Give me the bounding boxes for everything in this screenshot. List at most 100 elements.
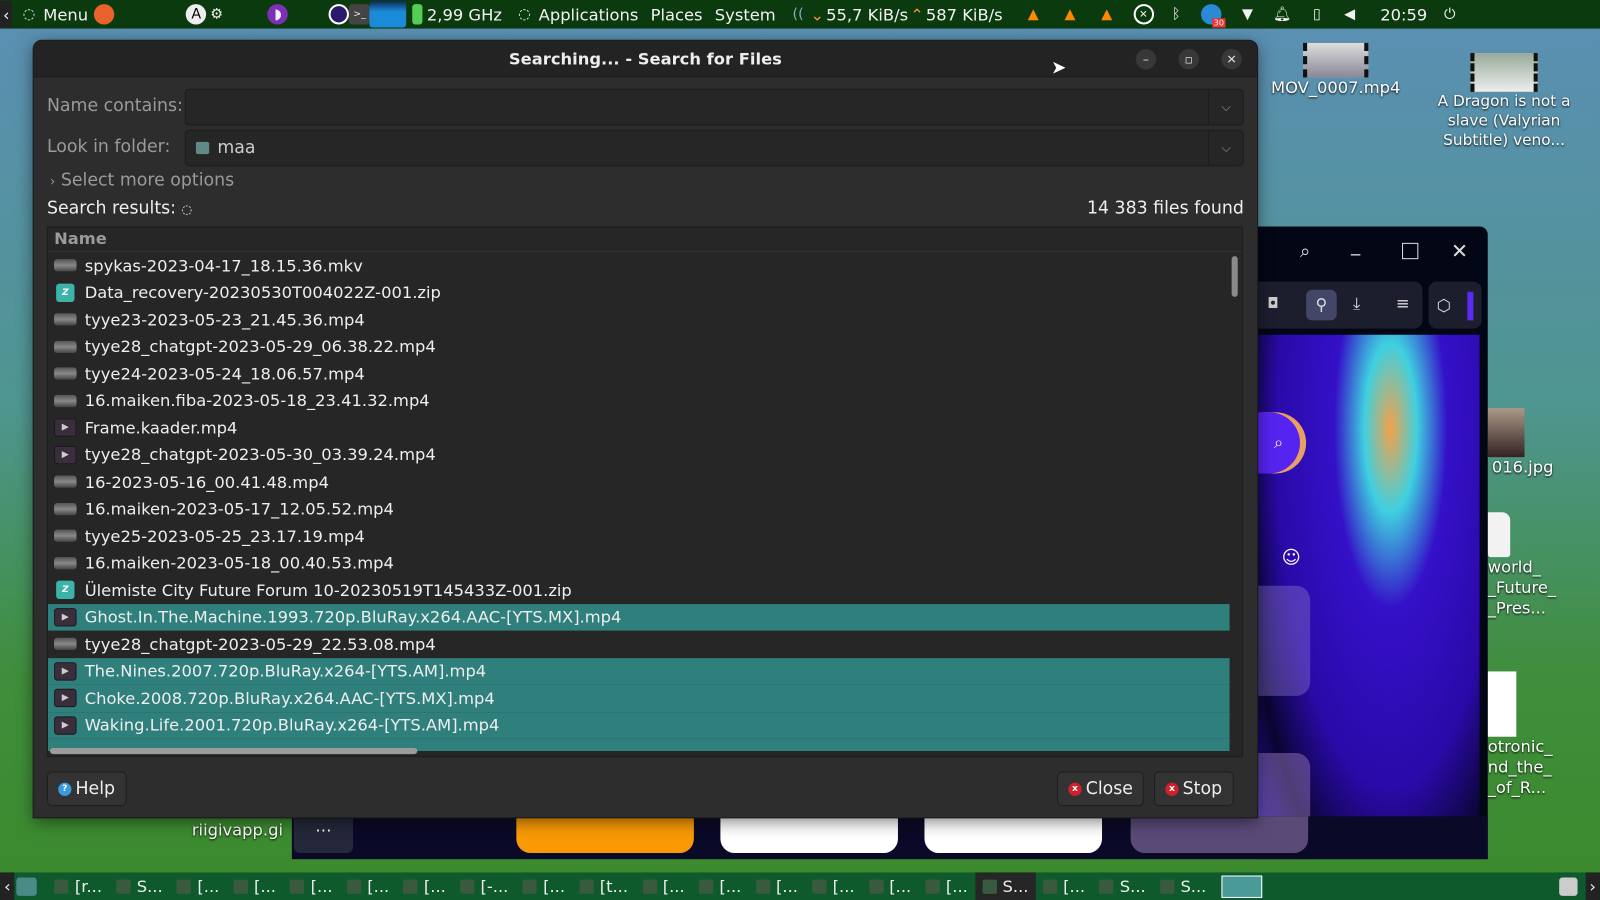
xbox-icon[interactable]: ✕ [1133,4,1154,25]
show-desktop-icon[interactable] [16,877,38,896]
network-speed[interactable]: (( ⌄ 55,7 KiB/s ⌃ 587 KiB/s [782,4,1009,24]
search-bubble-icon[interactable]: ⌕ [1257,412,1300,474]
desktop-icon-pdf[interactable]: otronic_ nd_the_ _of_R... [1487,671,1570,798]
battery-icon[interactable]: ▯ [1307,4,1327,24]
telegram-icon[interactable]: 30 [1200,4,1226,28]
list-item[interactable]: spykas-2023-04-17_18.15.36.mkv [48,252,1230,279]
taskbar-window-button[interactable]: S... [1092,872,1153,900]
list-item[interactable]: ▶ Ghost.In.The.Machine.1993.720p.BluRay.x… [47,603,1230,631]
list-item[interactable]: tyye28_chatgpt-2023-05-29_06.38.22.mp4 [48,333,1230,360]
download-icon[interactable]: ⤓ [1353,294,1360,314]
taskbar-window-button[interactable]: [... [340,872,397,900]
cube-icon[interactable]: ⬡ [1437,296,1451,315]
list-item[interactable]: ▶ Choke.2008.720p.BluRay.x264.AAC-[YTS.MX… [47,684,1230,712]
notification-bell-icon[interactable]: 🔔︎ [1272,4,1292,24]
volume-icon[interactable]: ◀ [1339,4,1359,24]
search-results-list[interactable]: Name spykas-2023-04-17_18.15.36.mkv Z Data… [46,226,1243,758]
name-contains-combobox[interactable]: ⌵ [184,88,1244,126]
taskbar-window-button[interactable]: S... [974,872,1036,900]
taskbar-scroll-left[interactable]: ‹ [0,872,15,900]
taskbar-window-button[interactable]: [... [516,872,573,900]
minimize-button[interactable]: – [1135,48,1157,70]
taskbar-window-button[interactable]: S... [109,872,170,900]
vlc-icon[interactable]: ▲ [1023,4,1043,24]
list-item[interactable]: tyye24-2023-05-24_18.06.57.mp4 [48,360,1230,387]
taskbar-window-button[interactable]: [... [918,872,975,900]
vlc-icon[interactable]: ▲ [1097,4,1117,24]
camera-icon[interactable]: ◘ [1267,296,1278,312]
close-button[interactable]: x Close [1057,771,1145,807]
shortcut-tile-white[interactable] [924,816,1103,854]
chevron-down-icon[interactable]: ⌵ [1208,130,1243,166]
vertical-scrollbar[interactable] [1231,252,1240,732]
list-item[interactable]: Z Ülemiste City Future Forum 10-20230519T… [48,577,1230,604]
taskbar-window-button[interactable]: [t... [572,872,635,900]
system-monitor-graph-icon[interactable] [369,1,407,28]
taskbar-window-button[interactable]: [... [1036,872,1093,900]
chevron-down-icon[interactable]: ⌵ [1208,89,1243,125]
gears-icon[interactable]: ⚙ [206,4,226,24]
look-in-folder-combobox[interactable]: maa ⌵ [184,129,1244,167]
tor-browser-icon[interactable]: ◗ [267,4,289,25]
list-item[interactable]: ▶ Waking.Life.2001.720p.BluRay.x264-[YTS.… [47,711,1230,739]
emoji-icon[interactable]: ☺ [1282,547,1301,568]
bluetooth-icon[interactable]: ᛒ [1166,4,1186,24]
desktop-icon-mov[interactable]: MOV_0007.mp4 [1269,42,1402,98]
search-tool-icon[interactable]: A [186,4,207,25]
list-item[interactable]: tyye25-2023-05-25_23.17.19.mp4 [48,522,1230,549]
minimize-icon[interactable]: _ [1351,235,1360,256]
shortcut-tile-ebay[interactable] [720,816,898,854]
desktop-icon-document[interactable]: world_ _Future_ _Pres... [1487,512,1570,618]
taskbar-window-button[interactable]: [... [283,872,340,900]
stop-button[interactable]: x Stop [1154,771,1234,807]
workspace-active[interactable] [1221,874,1263,898]
desktop-icon-jpg[interactable]: 016.jpg [1487,408,1559,477]
desktop-icon-riigivapp[interactable]: riigivapp.gi [192,820,283,840]
list-item[interactable]: 16.maiken-2023-05-17_12.05.52.mp4 [48,495,1230,522]
search-icon[interactable]: ⌕ [1300,241,1310,262]
wifi-icon[interactable]: ▼ [1237,4,1257,24]
taskbar-window-button[interactable]: [... [635,872,692,900]
list-item[interactable]: 16.maiken-2023-05-18_00.40.53.mp4 [48,549,1230,576]
panel-scroll-left[interactable]: ‹ [0,1,13,28]
taskbar-window-button[interactable]: [... [170,872,227,900]
select-more-options-expander[interactable]: › Select more options [50,170,234,190]
scrollbar-thumb[interactable] [1231,256,1238,297]
trash-icon[interactable] [1558,877,1578,896]
taskbar-window-button[interactable]: [r... [47,872,109,900]
shortcut-tile-orange[interactable] [516,816,694,854]
list-item[interactable]: ▶ tyye28_chatgpt-2023-05-30_03.39.24.mp4 [48,441,1230,468]
profile-icon[interactable]: ⚲ [1306,289,1337,321]
name-contains-input[interactable] [185,89,1196,125]
sliders-icon[interactable]: ≡ [1396,294,1410,313]
taskbar-scroll-right[interactable]: › [1585,872,1600,900]
background-app-window[interactable]: ⌕ _ ✕ ◘ ⚲ ⤓ ≡ ⬡ ⌕ ☺ [1257,226,1488,860]
taskbar-window-button[interactable]: [... [748,872,805,900]
clock[interactable]: 20:59 [1374,5,1433,24]
list-item[interactable]: tyye23-2023-05-23_21.45.36.mp4 [48,306,1230,333]
places-menu[interactable]: Places [645,5,709,24]
list-item[interactable]: 16-2023-05-16_00.41.48.mp4 [48,468,1230,495]
list-item[interactable]: 16.maiken.fiba-2023-05-18_23.41.32.mp4 [48,387,1230,414]
taskbar-window-button[interactable]: [... [396,872,453,900]
firefox-icon[interactable] [94,4,115,25]
vlc-icon[interactable]: ▲ [1060,4,1080,24]
terminal-icon[interactable]: >_ [349,4,370,25]
taskbar-window-button[interactable]: [-... [453,872,516,900]
list-item[interactable]: ▶ Frame.kaader.mp4 [48,414,1230,441]
taskbar-window-button[interactable]: [... [692,872,749,900]
app-tile[interactable] [1257,585,1311,696]
more-button[interactable]: … [293,816,354,854]
list-item[interactable]: ▶ The.Nines.2007.720p.BluRay.x264-[YTS.AM… [47,657,1230,685]
shortcut-tile-purple[interactable] [1130,816,1309,854]
desktop-icon-dragon-video[interactable]: A Dragon is not a slave (Valyrian Subtit… [1433,53,1576,150]
horizontal-scrollbar[interactable] [49,747,418,755]
help-button[interactable]: ? Help [46,771,127,807]
taskbar-window-button[interactable]: S... [1153,872,1214,900]
taskbar-window-button[interactable]: [... [805,872,862,900]
close-icon[interactable]: ✕ [1451,239,1468,263]
list-item[interactable]: Z Data_recovery-20230530T004022Z-001.zip [48,279,1230,306]
column-header-name[interactable]: Name [47,228,1242,253]
opera-icon[interactable] [328,4,350,25]
maximize-icon[interactable] [1402,242,1419,260]
